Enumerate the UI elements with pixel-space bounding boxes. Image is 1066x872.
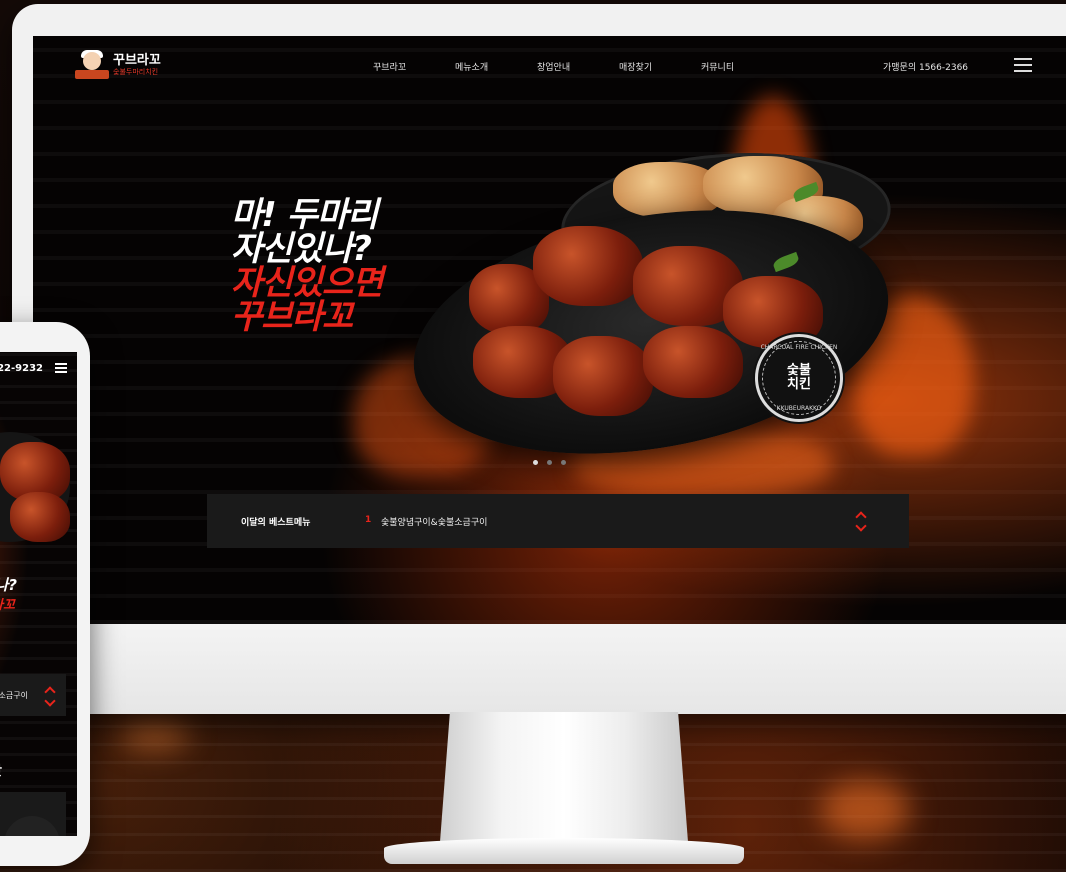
chevron-down-icon[interactable] — [44, 695, 56, 707]
hero-line-3: 자신있으면 — [231, 263, 383, 303]
slider-pagination — [533, 460, 566, 465]
nav-item-community[interactable]: 커뮤니티 — [701, 60, 783, 73]
best-menu-label: 이달의 베스트메뉴 — [241, 518, 311, 528]
hero-line-2: 자신있나? — [231, 229, 372, 269]
main-menu: 꾸브라꼬 메뉴소개 창업안내 매장찾기 커뮤니티 — [373, 60, 783, 73]
slider-dot[interactable] — [561, 460, 566, 465]
mobile-hamburger-icon[interactable] — [55, 363, 67, 373]
chevron-down-icon[interactable] — [855, 520, 867, 532]
site-logo[interactable]: 꾸브라꼬 숯불두마리치킨 — [75, 50, 161, 80]
nav-item-franchise[interactable]: 창업안내 — [537, 60, 619, 73]
best-menu-item[interactable]: 숯불양념구이&숯불소금구이 — [381, 515, 487, 528]
monitor-stand-base — [384, 838, 744, 864]
desktop-website-screen: 꾸브라꼬 숯불두마리치킨 꾸브라꼬 메뉴소개 창업안내 매장찾기 커뮤니티 가맹… — [33, 36, 1066, 624]
slider-dot[interactable] — [533, 460, 538, 465]
charcoal-chicken-badge: CHARCOAL FIRE CHICKEN 숯불 치킨 KKUBEURAKKO — [755, 334, 843, 422]
monitor-chin — [20, 620, 1066, 714]
monitor-stand-neck — [440, 712, 688, 842]
mobile-hero-line-1: 나? — [0, 576, 17, 594]
slider-dot[interactable] — [547, 460, 552, 465]
mobile-hero-line-2: 라꼬 — [0, 598, 15, 613]
logo-name: 꾸브라꼬 — [113, 53, 161, 68]
hero-line-1: 마! 두마리 — [231, 195, 378, 235]
best-menu-rank: 1 — [365, 515, 372, 525]
franchise-phone[interactable]: 가맹문의 1566-2366 — [883, 60, 968, 73]
seasoned-grilled-chicken — [643, 326, 743, 398]
mobile-menu-card[interactable] — [0, 792, 66, 836]
nav-item-store-finder[interactable]: 매장찾기 — [619, 60, 701, 73]
background-flame — [820, 780, 910, 840]
badge-arc-bottom: KKUBEURAKKO — [776, 405, 822, 412]
mobile-chicken — [10, 492, 70, 542]
hamburger-menu-icon[interactable] — [1014, 58, 1032, 72]
seasoned-grilled-chicken — [553, 336, 653, 416]
best-menu-bar: 이달의 베스트메뉴 1 숯불양념구이&숯불소금구이 — [207, 494, 909, 548]
mobile-best-menu-bar: 소금구이 — [0, 674, 66, 716]
nav-item-brand[interactable]: 꾸브라꼬 — [373, 60, 455, 73]
top-navigation: 꾸브라꼬 숯불두마리치킨 꾸브라꼬 메뉴소개 창업안내 매장찾기 커뮤니티 가맹… — [33, 36, 1066, 98]
nav-item-menu[interactable]: 메뉴소개 — [455, 60, 537, 73]
best-menu-arrows — [855, 511, 867, 533]
hero-line-4: 꾸브라꼬 — [231, 297, 353, 337]
mobile-best-arrows — [44, 686, 56, 707]
seasoned-grilled-chicken — [533, 226, 643, 306]
background-flame — [120, 720, 190, 750]
badge-arc-top: CHARCOAL FIRE CHICKEN — [760, 344, 838, 351]
device-mockup-scene: 꾸브라꼬 숯불두마리치킨 꾸브라꼬 메뉴소개 창업안내 매장찾기 커뮤니티 가맹… — [0, 0, 1066, 872]
mobile-website-screen: 122-9232 나? 라꼬 소금구이 핫 — [0, 352, 77, 836]
mobile-phone-number[interactable]: 122-9232 — [0, 363, 43, 374]
mobile-section-title: 핫 — [0, 760, 2, 779]
hero-headline: 마! 두마리 자신있나? 자신있으면 꾸브라꼬 — [231, 195, 383, 337]
logo-tagline: 숯불두마리치킨 — [113, 68, 159, 76]
chef-mascot-icon — [75, 50, 109, 80]
mobile-best-menu-item[interactable]: 소금구이 — [0, 690, 28, 701]
